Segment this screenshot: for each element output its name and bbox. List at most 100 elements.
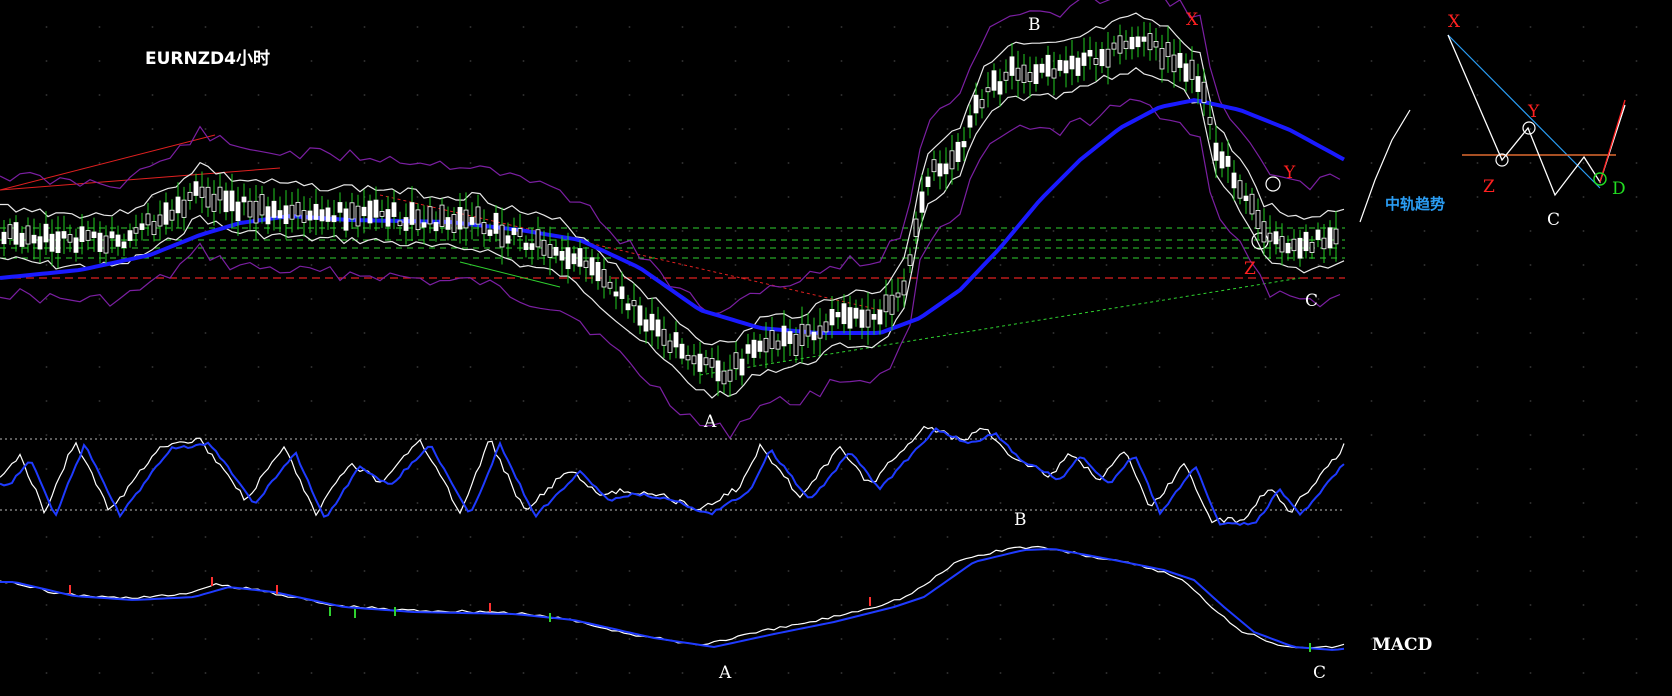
candle-body [1309,241,1315,253]
candle-body [913,218,919,237]
candle-body [1111,42,1117,50]
candle-body [301,210,307,223]
candle-body [1159,48,1165,70]
candle-body [667,340,673,353]
candle-body [1291,238,1297,252]
macd-label: MACD [1372,635,1433,655]
candle-body [175,196,181,214]
wave-label-y: Y [1283,163,1296,183]
candle-body [553,246,559,256]
candle-body [1003,71,1009,81]
candle-body [1147,33,1153,51]
candle-body [79,226,85,243]
candle-body [871,314,877,320]
candle-body [847,307,853,329]
candle-body [457,207,463,230]
candle-body [73,237,79,253]
candle-body [1189,59,1195,80]
candle-body [1033,64,1039,84]
candle-body [427,206,433,225]
candle-body [535,229,541,248]
candle-body [637,305,643,326]
candle-body [763,337,769,353]
candle-body [1027,72,1033,83]
inset-label-c: C [1547,210,1560,230]
candle-body [85,230,91,241]
candle-body [865,309,871,328]
candle-body [313,203,319,220]
candle-body [1183,63,1189,82]
candle-body [343,208,349,231]
candle-body [1099,49,1105,67]
candle-body [949,150,955,170]
candle-body [1093,58,1099,65]
candle-body [769,330,775,349]
candle-body [685,354,691,361]
candle-body [1087,49,1093,57]
candle-body [1129,36,1135,50]
osc-label-b: B [1014,510,1027,530]
candle-body [973,94,979,114]
candle-body [469,216,475,225]
candle-body [67,234,73,243]
candle-body [1117,35,1123,54]
candle-body [307,210,313,221]
chart-svg: EURNZD4小时 中轨趋势 MACD A B C X Y Z B A C X … [0,0,1626,683]
candle-body [679,343,685,359]
candle-body [151,221,157,236]
candle-body [1045,54,1051,77]
candle-body [217,186,223,201]
candle-body [1225,155,1231,167]
candle-body [247,200,253,218]
candle-body [325,207,331,222]
candle-body [145,213,151,226]
candle-body [955,141,961,162]
inset-label-d: D [1612,179,1626,199]
candle-body [757,340,763,352]
candle-body [1315,229,1321,241]
candle-body [289,204,295,220]
candle-body [127,230,133,241]
candle-body [511,227,517,236]
candle-body [925,176,931,188]
candle-body [859,309,865,328]
candle-body [1195,76,1201,92]
candle-body [505,235,511,244]
candle-body [1081,52,1087,66]
candle-body [37,236,43,250]
candle-body [703,357,709,366]
candle-body [565,247,571,270]
inset-label-z: Z [1483,177,1495,197]
candle-body [1,231,7,245]
candle-body [229,190,235,212]
inset-label-y: Y [1527,102,1540,122]
candle-body [709,357,715,368]
candle-body [751,339,757,358]
candle-body [1165,42,1171,58]
candle-body [337,202,343,213]
candle-body [97,232,103,252]
candle-body [397,220,403,227]
candle-body [841,303,847,325]
candle-body [1135,36,1141,48]
candle-body [349,202,355,220]
candle-body [283,205,289,225]
candle-body [1057,59,1063,71]
candle-body [661,328,667,346]
candle-body [169,209,175,221]
candle-body [901,280,907,296]
candle-body [1333,228,1339,245]
candle-body [109,231,115,239]
candle-body [733,352,739,370]
candle-body [259,194,265,216]
inset-breakout-line [1599,99,1626,183]
candle-body [1255,209,1261,229]
candle-body [13,222,19,245]
candle-body [1069,55,1075,70]
candle-body [727,369,733,382]
candle-body [673,332,679,348]
candle-body [691,355,697,365]
candle-body [373,199,379,218]
candle-body [931,159,937,173]
stochastic-main-line [0,425,1345,524]
